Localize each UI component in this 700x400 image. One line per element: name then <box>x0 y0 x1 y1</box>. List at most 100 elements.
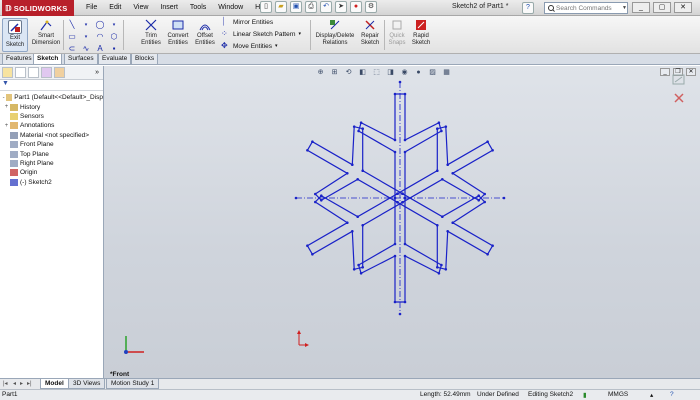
sketch-point[interactable] <box>403 300 407 304</box>
polygon-icon[interactable]: ⬡ <box>108 32 120 43</box>
nav-last-icon[interactable]: ▸| <box>27 380 32 387</box>
sketch-point[interactable] <box>346 172 349 175</box>
repair-sketch-button[interactable]: Repair Sketch <box>358 18 382 46</box>
exit-sketch-button[interactable]: Exit Sketch <box>2 18 28 52</box>
sketch-point[interactable] <box>486 140 489 143</box>
sketch-point[interactable] <box>361 224 365 227</box>
open-folder-icon[interactable]: ▰ <box>275 1 287 13</box>
dropdown-icon[interactable]: ▾ <box>80 32 92 43</box>
tree-item[interactable]: Top Plane <box>0 149 103 158</box>
dropdown-icon[interactable]: ▾ <box>275 43 278 49</box>
expand-toggle-icon[interactable]: + <box>3 123 10 129</box>
tree-item[interactable]: + Annotations <box>0 121 103 130</box>
traffic-light-icon[interactable]: ● <box>350 1 362 13</box>
mirror-entities-button[interactable]: ⏐ Mirror Entities <box>221 18 273 26</box>
dropdown-icon[interactable]: ▾ <box>108 20 120 31</box>
sketch-point[interactable] <box>491 244 494 247</box>
menu-tools[interactable]: Tools <box>184 2 212 14</box>
sketch-point[interactable] <box>403 196 407 200</box>
sketch-point[interactable] <box>361 127 365 130</box>
sketch-point[interactable] <box>320 199 323 202</box>
sketch-point[interactable] <box>437 121 441 124</box>
help-icon[interactable]: ? <box>522 2 534 14</box>
exit-sketch-corner-icon[interactable] <box>672 74 685 85</box>
tree-item[interactable]: Material <not specified> <box>0 131 103 140</box>
sketch-point[interactable] <box>483 192 487 196</box>
search-box[interactable]: ▼ <box>544 2 628 14</box>
sketch-point[interactable] <box>483 200 487 204</box>
offset-entities-button[interactable]: Offset Entities <box>192 18 218 46</box>
convert-entities-button[interactable]: Convert Entities <box>165 18 191 46</box>
nav-next-icon[interactable]: ▸ <box>20 380 23 387</box>
snowflake-arm-outline[interactable] <box>306 125 403 203</box>
trim-entities-button[interactable]: Trim Entities <box>138 18 164 46</box>
sketch-point[interactable] <box>441 215 444 218</box>
minimize-icon[interactable]: _ <box>632 2 650 13</box>
undo-icon[interactable]: ↶ <box>320 1 332 13</box>
sketch-point[interactable] <box>396 192 399 195</box>
sketch-point[interactable] <box>396 201 399 204</box>
sketch-point[interactable] <box>403 242 407 246</box>
centerline-endpoint[interactable] <box>294 196 298 200</box>
sketch-point[interactable] <box>440 263 443 267</box>
tab-sketch[interactable]: Sketch <box>33 54 63 65</box>
status-help-icon[interactable]: ? <box>670 391 674 398</box>
sketch-point[interactable] <box>393 138 397 142</box>
sketch-point[interactable] <box>451 221 455 224</box>
sketch-point[interactable] <box>403 150 407 154</box>
sketch-point[interactable] <box>440 129 443 133</box>
sketch-point[interactable] <box>311 140 314 143</box>
search-input[interactable] <box>556 4 623 12</box>
tab-blocks[interactable]: Blocks <box>131 54 159 65</box>
centerline-endpoint[interactable] <box>398 80 402 84</box>
sketch-point[interactable] <box>393 300 397 304</box>
sketch-point[interactable] <box>306 149 309 152</box>
sketch-point[interactable] <box>437 272 441 275</box>
tree-item[interactable]: Sensors <box>0 112 103 121</box>
sketch-point[interactable] <box>320 194 323 197</box>
sketch-point[interactable] <box>311 253 314 256</box>
linear-sketch-pattern-button[interactable]: ⁘ Linear Sketch Pattern ▾ <box>221 30 301 38</box>
tree-item[interactable]: Right Plane <box>0 159 103 168</box>
sketch-point[interactable] <box>446 230 450 233</box>
sketch-point[interactable] <box>403 138 407 142</box>
sketch-point[interactable] <box>486 253 489 256</box>
sketch-point[interactable] <box>359 121 363 124</box>
sketch-point[interactable] <box>446 163 450 166</box>
status-units[interactable]: MMGS <box>608 391 628 398</box>
sketch-point[interactable] <box>351 230 354 233</box>
tab-evaluate[interactable]: Evaluate <box>98 54 132 65</box>
graphics-area[interactable]: ⊕ ⊞ ⟲ ◧ ⬚ ◨ ◉ ● ▨ ▦ _ ❐ ✕ *Front <box>104 66 700 378</box>
sketch-point[interactable] <box>357 263 360 267</box>
tab-model[interactable]: Model <box>40 379 69 389</box>
dropdown-icon[interactable]: ▾ <box>80 20 92 31</box>
sketch-point[interactable] <box>314 192 317 196</box>
solidworks-logo[interactable]: 𝔻 SOLIDWORKS <box>2 0 74 16</box>
rectangle-icon[interactable]: ▭ <box>66 32 78 43</box>
sketch-point[interactable] <box>401 192 404 195</box>
tree-item[interactable]: (-) Sketch2 <box>0 178 103 187</box>
close-icon[interactable]: ✕ <box>674 2 692 13</box>
tab-surfaces[interactable]: Surfaces <box>64 54 98 65</box>
sketch-point[interactable] <box>436 266 439 269</box>
sketch-point[interactable] <box>352 268 356 271</box>
tree-item[interactable]: Origin <box>0 168 103 177</box>
sketch-point[interactable] <box>441 178 444 181</box>
menu-window[interactable]: Window <box>212 2 249 14</box>
arc-icon[interactable]: ◠ <box>94 32 106 43</box>
sketch-point[interactable] <box>491 149 494 152</box>
tab-features[interactable]: Features <box>2 54 36 65</box>
sketch-point[interactable] <box>393 92 397 96</box>
line-icon[interactable]: ╲ <box>66 20 78 31</box>
configuration-icon[interactable] <box>28 67 39 78</box>
sketch-point[interactable] <box>393 242 397 246</box>
circle-icon[interactable]: ◯ <box>94 20 106 31</box>
sketch-point[interactable] <box>444 268 448 271</box>
select-pointer-icon[interactable]: ➤ <box>335 1 347 13</box>
sketch-point[interactable] <box>444 125 448 128</box>
smart-dimension-button[interactable]: Smart Dimension <box>31 18 61 46</box>
sketch-point[interactable] <box>393 254 397 258</box>
quick-snaps-button[interactable]: Quick Snaps <box>386 18 408 46</box>
centerline-endpoint[interactable] <box>398 312 402 316</box>
sketch-point[interactable] <box>314 200 317 204</box>
